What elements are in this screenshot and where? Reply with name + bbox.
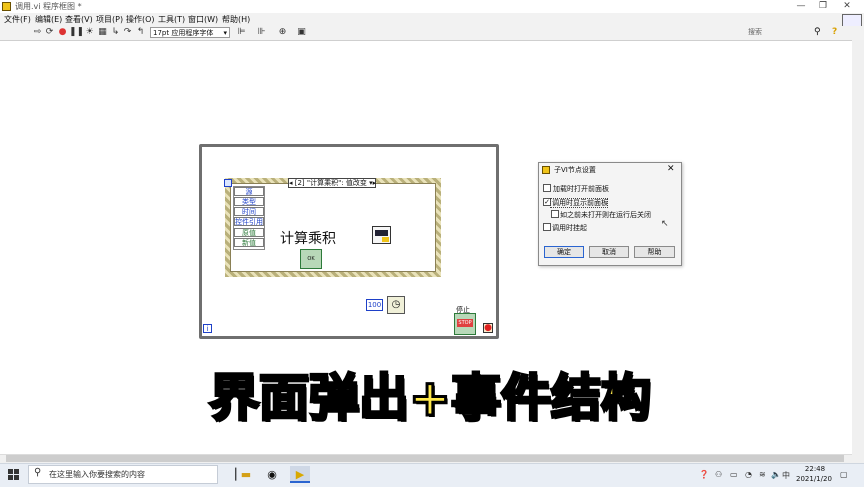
event-case-selector[interactable]: ◂ [2] "计算乘积": 值改变 ▾▸ (288, 178, 376, 188)
vertical-scrollbar[interactable] (852, 40, 864, 463)
highlight-execution-icon[interactable]: ☀ (84, 27, 95, 38)
event-data-type[interactable]: 类型 (234, 197, 264, 206)
option-show-on-call-label[interactable]: 调用时显示前面板 (552, 199, 608, 207)
step-into-icon[interactable]: ↳ (110, 27, 121, 38)
selector-right-arrow-icon[interactable]: ▾▸ (369, 179, 376, 187)
checkbox-suspend-on-call[interactable] (543, 223, 551, 231)
pause-icon[interactable]: ❚❚ (69, 27, 84, 38)
reorder-icon[interactable]: ⊕ (277, 27, 288, 38)
checkbox-open-on-load[interactable] (543, 184, 551, 192)
loop-condition-terminal[interactable]: ● (483, 323, 493, 333)
timeout-terminal[interactable] (224, 179, 232, 187)
volume-tray-icon[interactable]: 🔈 (771, 470, 781, 479)
clock-date[interactable]: 2021/1/20 (796, 475, 832, 483)
browser-icon[interactable]: ◉ (262, 466, 282, 483)
option-open-on-load-label[interactable]: 加载时打开前面板 (553, 185, 609, 193)
search-placeholder: 搜索 (748, 28, 762, 36)
wait-ms-clock-icon[interactable]: ◷ (387, 296, 405, 314)
window-title: 调用.vi 程序框图 * (15, 2, 82, 11)
font-select-value: 17pt 应用程序字体 (153, 29, 214, 37)
file-explorer-icon[interactable]: ▬ (236, 466, 256, 483)
wifi-tray-icon[interactable]: ≋ (759, 470, 766, 479)
menu-help[interactable]: 帮助(H) (222, 14, 250, 25)
selector-left-arrow-icon[interactable]: ◂ (289, 179, 293, 187)
option-suspend-on-call-label[interactable]: 调用时挂起 (552, 224, 587, 232)
labview-app-icon (2, 2, 11, 11)
ok-button-terminal-text: OK (307, 256, 315, 262)
restore-button[interactable]: ❐ (812, 0, 834, 13)
distribute-objects-icon[interactable]: ⊪ (256, 27, 267, 38)
windows-start-icon[interactable] (8, 469, 20, 481)
stop-terminal-text: STOP (457, 319, 473, 327)
run-arrow-icon[interactable]: ⇨ (32, 27, 43, 38)
menu-project[interactable]: 项目(P) (96, 14, 123, 25)
abort-icon[interactable]: ● (57, 27, 68, 38)
title-bar (0, 0, 864, 13)
ime-indicator[interactable]: 中 (782, 470, 790, 481)
event-data-new-value[interactable]: 新值 (234, 238, 264, 247)
checkbox-close-after-run[interactable] (551, 210, 559, 218)
search-icon: ⚲ (34, 467, 42, 478)
retain-wire-values-icon[interactable]: ▦ (97, 27, 108, 38)
step-over-icon[interactable]: ↷ (122, 27, 133, 38)
close-button[interactable]: ✕ (836, 0, 858, 13)
cleanup-diagram-icon[interactable]: ▣ (296, 27, 307, 38)
labview-dialog-icon (542, 166, 550, 174)
clock-time[interactable]: 22:48 (803, 465, 827, 473)
menu-edit[interactable]: 编辑(E) (35, 14, 62, 25)
event-data-control-ref[interactable]: 控件引用 (234, 217, 264, 226)
help-tray-icon[interactable]: ❓ (699, 470, 709, 479)
event-case-label: [2] "计算乘积": 值改变 (294, 179, 367, 187)
subvi-node-icon[interactable] (372, 226, 391, 244)
wait-ms-constant[interactable]: 100 (366, 299, 383, 311)
option-close-after-run-label[interactable]: 如之前未打开则在运行后关闭 (560, 211, 651, 219)
labview-taskbar-icon[interactable]: ▶ (290, 466, 310, 483)
event-data-time[interactable]: 时间 (234, 207, 264, 216)
video-caption-banner: 界面弹出+事件结构 (208, 368, 653, 429)
dialog-title: 子VI节点设置 (554, 166, 596, 174)
ok-button[interactable]: 确定 (544, 246, 584, 258)
notification-icon[interactable]: ▢ (840, 470, 848, 479)
mouse-cursor-icon: ↖ (661, 219, 669, 229)
subvi-key-icon (382, 237, 389, 242)
dialog-close-icon[interactable]: ✕ (667, 164, 675, 174)
network-tray-icon[interactable]: ◔ (745, 470, 752, 479)
calc-product-terminal-label[interactable]: 计算乘积 (280, 228, 336, 248)
step-out-icon[interactable]: ↰ (135, 27, 146, 38)
taskbar-search-placeholder: 在这里输入你要搜索的内容 (49, 470, 145, 479)
run-continuously-icon[interactable]: ⟳ (44, 27, 55, 38)
minimize-button[interactable]: — (790, 0, 812, 13)
help-icon[interactable]: ? (832, 27, 837, 37)
menu-file[interactable]: 文件(F) (4, 14, 31, 25)
menu-operate[interactable]: 操作(O) (126, 14, 155, 25)
event-data-source[interactable]: 源 (234, 187, 264, 196)
people-tray-icon[interactable]: ⚇ (715, 470, 722, 479)
subvi-screen-icon (375, 230, 388, 236)
ok-button-terminal[interactable]: OK (300, 249, 322, 269)
font-select[interactable]: 17pt 应用程序字体 ▾ (150, 27, 230, 38)
event-data-old-value[interactable]: 原值 (234, 228, 264, 237)
menu-view[interactable]: 查看(V) (65, 14, 93, 25)
chevron-down-icon: ▾ (223, 29, 227, 37)
cancel-button[interactable]: 取消 (589, 246, 629, 258)
battery-tray-icon[interactable]: ▭ (730, 470, 738, 479)
taskbar-search-input[interactable]: 在这里输入你要搜索的内容 (28, 465, 218, 484)
loop-iteration-terminal[interactable]: i (203, 324, 212, 333)
menu-window[interactable]: 窗口(W) (188, 14, 218, 25)
align-objects-icon[interactable]: ⊫ (236, 27, 247, 38)
horizontal-scrollbar-thumb[interactable] (6, 455, 844, 462)
help-button[interactable]: 帮助 (634, 246, 675, 258)
menu-tools[interactable]: 工具(T) (158, 14, 185, 25)
search-icon[interactable]: ⚲ (814, 27, 821, 37)
